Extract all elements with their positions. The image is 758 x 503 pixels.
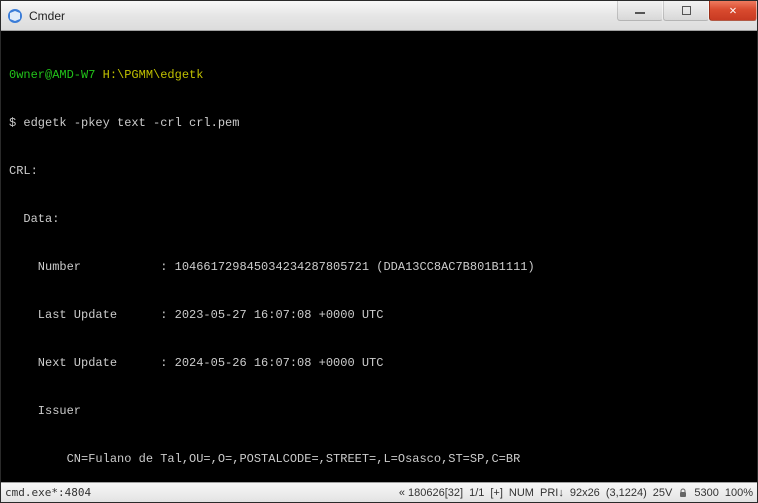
output-line: Number : 104661729845034234287805721 (DD…: [9, 259, 749, 275]
statusbar: cmd.exe*:4804 « 180626[32] 1/1 [+] NUM P…: [1, 482, 757, 502]
output-line: CN=Fulano de Tal,OU=,O=,POSTALCODE=,STRE…: [9, 451, 749, 467]
status-pct: 100%: [725, 487, 753, 499]
window-controls: ✕: [617, 1, 757, 30]
window-title: Cmder: [29, 9, 617, 23]
status-size: 92x26: [570, 487, 600, 499]
status-pos: [+]: [490, 487, 503, 499]
output-line: Issuer: [9, 403, 749, 419]
prompt-path: H:\PGMM\edgetk: [103, 68, 204, 82]
status-mem: 5300: [694, 487, 718, 499]
status-v: 25V: [653, 487, 673, 499]
output-line: Last Update : 2023-05-27 16:07:08 +0000 …: [9, 307, 749, 323]
close-button[interactable]: ✕: [709, 1, 757, 21]
output-line: CRL:: [9, 163, 749, 179]
output-line: Data:: [9, 211, 749, 227]
status-cursor: (3,1224): [606, 487, 647, 499]
status-num: NUM: [509, 487, 534, 499]
status-process[interactable]: cmd.exe*:4804: [5, 486, 91, 499]
prompt-user: 0wner@AMD-W7: [9, 68, 95, 82]
status-lines: 1/1: [469, 487, 484, 499]
lock-icon: [678, 487, 688, 499]
app-icon: [7, 8, 23, 24]
titlebar[interactable]: Cmder ✕: [1, 1, 757, 31]
status-pri: PRI↓: [540, 487, 564, 499]
terminal-area[interactable]: 0wner@AMD-W7 H:\PGMM\edgetk $ edgetk -pk…: [1, 31, 757, 482]
maximize-button[interactable]: [663, 1, 709, 21]
minimize-button[interactable]: [617, 1, 663, 21]
app-window: Cmder ✕ 0wner@AMD-W7 H:\PGMM\edgetk $ ed…: [0, 0, 758, 503]
prompt-symbol: $: [9, 116, 23, 130]
output-line: Next Update : 2024-05-26 16:07:08 +0000 …: [9, 355, 749, 371]
status-encoding: « 180626[32]: [399, 487, 463, 499]
command-text: edgetk -pkey text -crl crl.pem: [23, 116, 239, 130]
